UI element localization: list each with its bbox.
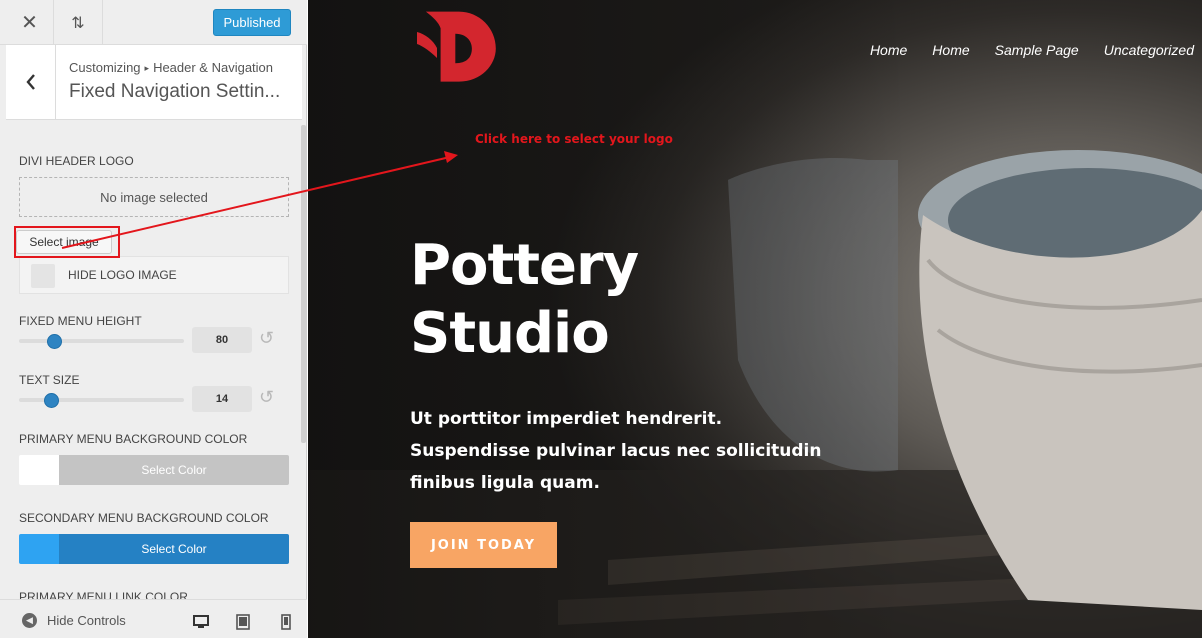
customizer-sidebar: ✕ ⇅ Published Customizing ▸ Header & Navig… [0, 0, 307, 638]
hero-description-line: finibus ligula quam. [410, 473, 600, 493]
annotation-text: Click here to select your logo [475, 132, 673, 146]
primary-bg-swatch[interactable] [19, 455, 59, 485]
annotation-highlight-box [14, 226, 120, 258]
secondary-bg-color-label: SECONDARY MENU BACKGROUND COLOR [19, 511, 269, 525]
reorder-button[interactable]: ⇅ [54, 0, 103, 45]
site-preview: Home Home Sample Page Uncategorized Clic… [308, 0, 1202, 638]
logo-placeholder[interactable]: No image selected [19, 177, 289, 217]
hide-controls-label: Hide Controls [47, 613, 126, 628]
text-size-input[interactable]: 14 [192, 386, 252, 412]
mobile-icon[interactable] [278, 614, 294, 630]
close-customizer-button[interactable]: ✕ [6, 0, 54, 45]
secondary-bg-swatch[interactable] [19, 534, 59, 564]
hide-controls-button[interactable]: ◀ Hide Controls [22, 613, 126, 628]
section-header: Customizing ▸ Header & Navigation Fixed Na… [6, 45, 302, 120]
divi-logo[interactable] [413, 8, 499, 94]
customizer-footer: ◀ Hide Controls [0, 599, 307, 638]
text-size-handle[interactable] [44, 393, 59, 408]
fixed-menu-height-input[interactable]: 80 [192, 327, 252, 353]
reorder-arrows-icon: ⇅ [71, 14, 85, 32]
fixed-menu-height-handle[interactable] [47, 334, 62, 349]
text-size-label: TEXT SIZE [19, 373, 80, 387]
fixed-menu-height-label: FIXED MENU HEIGHT [19, 314, 142, 328]
secondary-bg-color-picker[interactable]: Select Color [19, 534, 289, 564]
reset-icon[interactable]: ↺ [259, 329, 277, 347]
desktop-icon[interactable] [193, 614, 209, 630]
secondary-bg-select-color-button[interactable]: Select Color [59, 534, 289, 564]
nav-item-home[interactable]: Home [870, 42, 907, 58]
hide-logo-checkbox[interactable] [31, 264, 55, 288]
breadcrumb-root: Customizing [69, 60, 141, 75]
main-navigation: Home Home Sample Page Uncategorized [870, 42, 1194, 58]
chevron-left-icon [25, 74, 35, 90]
reset-icon[interactable]: ↺ [259, 388, 277, 406]
section-title: Fixed Navigation Settin... [69, 81, 281, 102]
hero-title-line: Studio [410, 301, 610, 366]
join-today-button[interactable]: JOIN TODAY [410, 522, 557, 568]
nav-item-sample-page[interactable]: Sample Page [995, 42, 1079, 58]
panel-scrollbar[interactable] [301, 125, 306, 443]
primary-bg-color-picker[interactable]: Select Color [19, 455, 289, 485]
hide-logo-label: HIDE LOGO IMAGE [68, 268, 177, 282]
tablet-icon[interactable] [235, 614, 251, 630]
customizer-topbar: ✕ ⇅ Published [0, 0, 307, 45]
breadcrumb-parent: Header & Navigation [153, 60, 274, 75]
back-button[interactable] [6, 45, 56, 119]
breadcrumb-arrow-icon: ▸ [144, 63, 150, 73]
nav-item-uncategorized[interactable]: Uncategorized [1104, 42, 1194, 58]
hero-description-line: Ut porttitor imperdiet hendrerit. [410, 409, 723, 429]
hide-logo-toggle-row[interactable]: HIDE LOGO IMAGE [19, 256, 289, 294]
nav-item-home[interactable]: Home [932, 42, 969, 58]
primary-bg-color-label: PRIMARY MENU BACKGROUND COLOR [19, 432, 248, 446]
hero-description: Ut porttitor imperdiet hendrerit. Suspen… [410, 403, 830, 499]
breadcrumb: Customizing ▸ Header & Navigation [69, 60, 273, 75]
fixed-menu-height-slider[interactable] [19, 339, 184, 343]
publish-button[interactable]: Published [213, 9, 291, 36]
hero-title-line: Pottery [410, 233, 639, 298]
primary-link-color-label: PRIMARY MENU LINK COLOR [19, 590, 188, 599]
hero-description-line: Suspendisse pulvinar lacus nec sollicitu… [410, 441, 822, 461]
header-logo-label: DIVI HEADER LOGO [19, 154, 134, 168]
primary-bg-select-color-button[interactable]: Select Color [59, 455, 289, 485]
collapse-icon: ◀ [22, 613, 37, 628]
controls-panel: DIVI HEADER LOGO No image selected Selec… [6, 121, 302, 599]
close-icon: ✕ [21, 12, 38, 34]
hero-title: Pottery Studio [410, 232, 770, 368]
